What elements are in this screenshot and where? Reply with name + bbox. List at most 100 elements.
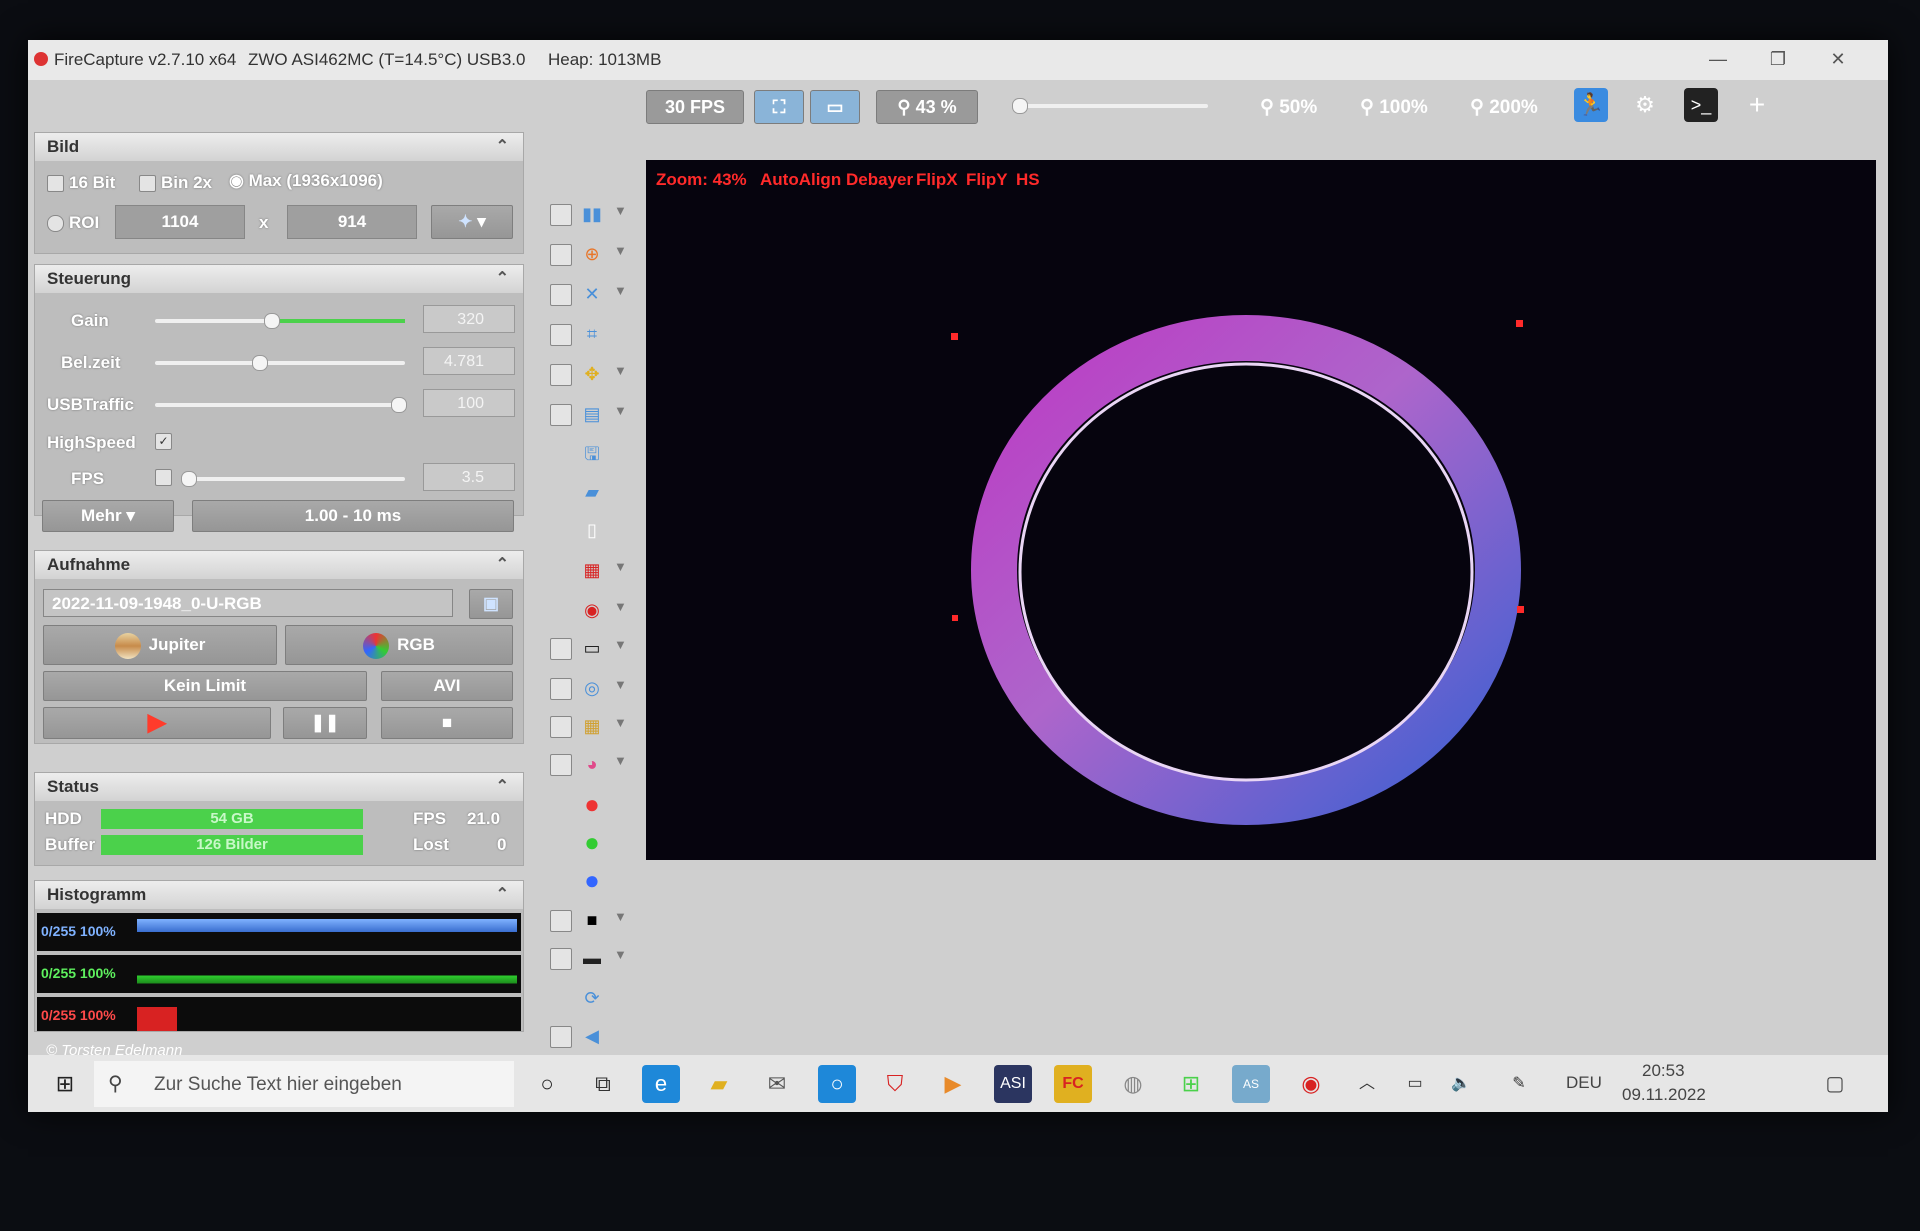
highspeed-checkbox[interactable]: ✓ (155, 433, 172, 450)
search-box[interactable]: ⚲ Zur Suche Text hier eingeben (94, 1061, 514, 1107)
belzeit-spinbox[interactable]: 4.781 (423, 347, 515, 375)
panel-histogramm-header[interactable]: Histogramm ⌃ (35, 881, 523, 909)
battery-icon[interactable]: ▭ (1396, 1065, 1434, 1103)
tool-trash[interactable]: ▯ (528, 514, 658, 546)
diagram-icon[interactable]: ⊞ (1172, 1065, 1210, 1103)
fps-slider-knob[interactable] (181, 471, 197, 487)
pause-button[interactable]: ❚❚ (283, 707, 367, 739)
sharpcap-icon[interactable]: ◍ (1114, 1065, 1152, 1103)
zoom-level-button[interactable]: ⚲ 43 % (876, 90, 978, 124)
tool-folder[interactable]: ▰ (528, 476, 658, 508)
tool-red-channel[interactable]: ● (528, 788, 658, 820)
fps-slider[interactable] (185, 477, 405, 481)
recording-app-icon[interactable]: ◉ (1292, 1065, 1330, 1103)
edge-icon[interactable]: e (642, 1065, 680, 1103)
tool-focus[interactable]: ⌗ (528, 318, 658, 350)
exposure-range-button[interactable]: 1.00 - 10 ms (192, 500, 514, 532)
folder-icon[interactable]: ▣ (469, 589, 513, 619)
close-icon[interactable]: ✕ (1818, 46, 1858, 72)
zoom-100-button[interactable]: ⚲ 100% (1360, 96, 1428, 119)
roi-width-field[interactable]: 1104 (115, 205, 245, 239)
belzeit-slider-knob[interactable] (251, 355, 268, 371)
tool-cross[interactable]: ✕ ▼ (528, 278, 658, 310)
tool-green-channel[interactable]: ● (528, 826, 658, 858)
usbtraffic-slider[interactable] (155, 403, 405, 407)
16bit-checkbox[interactable] (47, 175, 64, 192)
app-blue-icon[interactable]: ○ (818, 1065, 856, 1103)
fps-limit-checkbox[interactable] (155, 469, 172, 486)
mail-icon[interactable]: ✉ (758, 1065, 796, 1103)
tool-record[interactable]: ◉ ▼ (528, 594, 658, 626)
tool-target[interactable]: ◎ ▼ (528, 672, 658, 704)
roi-height-field[interactable]: 914 (287, 205, 417, 239)
filename-field[interactable]: 2022-11-09-1948_0-U-RGB (43, 589, 453, 617)
record-play-button[interactable]: ▶ (43, 707, 271, 739)
clock-date[interactable]: 09.11.2022 (1622, 1085, 1706, 1105)
fullscreen-icon[interactable]: ⛶ (754, 90, 804, 124)
media-icon[interactable]: ▶ (934, 1065, 972, 1103)
tool-grid[interactable]: ▦ ▼ (528, 554, 658, 586)
volume-icon[interactable]: 🔈 (1442, 1065, 1480, 1103)
chevron-down-icon: ▼ (614, 243, 627, 258)
run-icon[interactable]: 🏃 (1574, 88, 1608, 122)
language-indicator[interactable]: DEU (1566, 1073, 1602, 1093)
usbtraffic-spinbox[interactable]: 100 (423, 389, 515, 417)
cortana-icon[interactable]: ○ (528, 1065, 566, 1103)
tool-histogram[interactable]: ▮▮ ▼ (528, 198, 658, 230)
windows-start-icon[interactable]: ⊞ (46, 1065, 84, 1103)
mcafee-icon[interactable]: ⛉ (876, 1065, 914, 1103)
zoom-200-button[interactable]: ⚲ 200% (1470, 96, 1538, 119)
add-button[interactable]: + (1740, 88, 1774, 122)
tool-black[interactable]: ■ ▼ (528, 904, 658, 936)
tool-blue-channel[interactable]: ● (528, 864, 658, 896)
task-view-icon[interactable]: ⧉ (584, 1065, 622, 1103)
restore-icon[interactable]: ❐ (1758, 46, 1798, 72)
notification-icon[interactable]: ▢ (1816, 1065, 1854, 1103)
zoom-slider[interactable] (1018, 104, 1208, 108)
tool-crosshair[interactable]: ⊕ ▼ (528, 238, 658, 270)
tool-back[interactable]: ◀ (528, 1020, 658, 1052)
roi-radio[interactable] (47, 215, 64, 232)
gain-spinbox[interactable]: 320 (423, 305, 515, 333)
tool-color[interactable]: ◕ ▼ (528, 748, 658, 780)
tool-bar[interactable]: ▬ ▼ (528, 942, 658, 974)
minimize-icon[interactable]: — (1698, 46, 1738, 72)
tool-display[interactable]: ▭ ▼ (528, 632, 658, 664)
profile-jupiter-button[interactable]: Jupiter (43, 625, 277, 665)
gain-slider-knob[interactable] (263, 313, 280, 329)
monitor-icon[interactable]: ▭ (810, 90, 860, 124)
clock-time[interactable]: 20:53 (1642, 1061, 1685, 1081)
console-icon[interactable]: >_ (1684, 88, 1718, 122)
stop-button[interactable]: ■ (381, 707, 513, 739)
settings-icon[interactable]: ⚙ (1628, 88, 1662, 122)
tray-expand-icon[interactable]: ︿ (1348, 1065, 1386, 1103)
autostakkert-icon[interactable]: AS (1232, 1065, 1270, 1103)
tool-refresh[interactable]: ⟳ (528, 982, 658, 1014)
asi-studio-icon[interactable]: ASI (994, 1065, 1032, 1103)
firecapture-icon[interactable]: FC (1054, 1065, 1092, 1103)
format-button[interactable]: AVI (381, 671, 513, 701)
max-resolution-option[interactable]: ◉ Max (1936x1096) (229, 171, 383, 191)
pen-icon[interactable]: ✎ (1500, 1065, 1538, 1103)
fps-spinbox[interactable]: 3.5 (423, 463, 515, 491)
panel-steuerung-header[interactable]: Steuerung ⌃ (35, 265, 523, 293)
mehr-dropdown[interactable]: Mehr ▾ (42, 500, 174, 532)
fps-button[interactable]: 30 FPS (646, 90, 744, 124)
tool-align[interactable]: ✥ ▼ (528, 358, 658, 390)
tool-palette[interactable]: ▦ ▼ (528, 710, 658, 742)
camera-viewer[interactable]: Zoom: 43% AutoAlign Debayer FlipX FlipY … (646, 160, 1876, 860)
color-rgb-button[interactable]: RGB (285, 625, 513, 665)
zoom-slider-knob[interactable] (1012, 98, 1028, 114)
roi-preset-dropdown[interactable]: ✦ ▾ (431, 205, 513, 239)
file-explorer-icon[interactable]: ▰ (700, 1065, 738, 1103)
panel-aufnahme-header[interactable]: Aufnahme ⌃ (35, 551, 523, 579)
zoom-50-button[interactable]: ⚲ 50% (1260, 96, 1317, 119)
panel-bild-header[interactable]: Bild ⌃ (35, 133, 523, 161)
limit-button[interactable]: Kein Limit (43, 671, 367, 701)
panel-status-header[interactable]: Status ⌃ (35, 773, 523, 801)
belzeit-slider[interactable] (155, 361, 405, 365)
bin2x-checkbox[interactable] (139, 175, 156, 192)
tool-save[interactable]: 🖫 (528, 438, 658, 470)
tool-screen[interactable]: ▤ ▼ (528, 398, 658, 430)
usbtraffic-slider-knob[interactable] (391, 397, 407, 413)
